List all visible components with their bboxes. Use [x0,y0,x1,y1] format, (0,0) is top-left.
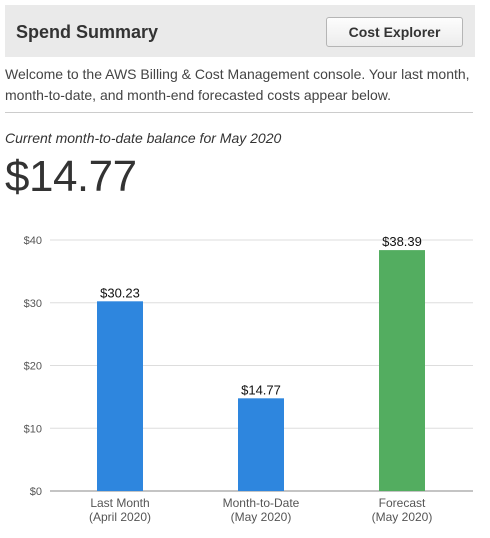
spend-bar-chart: $0 $10 $20 $30 $40 $30.23 Last Month(April 202… [24,234,473,524]
divider [5,112,473,113]
y-tick-label: $0 [30,486,42,498]
balance-value: $14.77 [5,152,137,201]
balance-label: Current month-to-date balance for May 20… [5,130,282,146]
x-tick-label: Month-to-Date [223,496,300,510]
bar-value-label: $14.77 [241,382,281,397]
y-tick-label: $30 [24,298,42,310]
y-tick-label: $20 [24,361,42,373]
x-tick-label: (April 2020) [89,510,151,524]
y-tick-label: $10 [24,423,42,435]
cost-explorer-button[interactable]: Cost Explorer [326,17,463,47]
x-tick-label: Last Month [90,496,149,510]
x-tick-label: (May 2020) [372,510,433,524]
bar [97,301,143,491]
welcome-text: Welcome to the AWS Billing & Cost Manage… [5,66,470,103]
x-tick-label: (May 2020) [231,510,292,524]
x-tick-label: Forecast [379,496,426,510]
spend-summary-panel: Spend Summary Cost Explorer Welcome to t… [0,0,490,538]
bar [379,250,425,491]
panel-header: Spend Summary Cost Explorer [5,5,475,57]
bar-value-label: $30.23 [100,285,140,300]
bar [238,398,284,491]
panel-title: Spend Summary [16,22,159,42]
y-tick-label: $40 [24,235,42,247]
bar-value-label: $38.39 [382,234,422,249]
